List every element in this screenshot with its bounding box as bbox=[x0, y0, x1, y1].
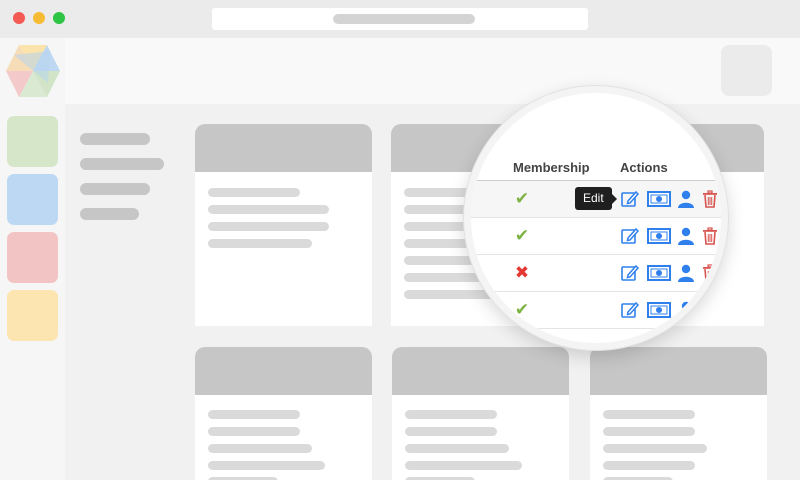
edit-icon[interactable] bbox=[620, 300, 640, 320]
minimize-window-button[interactable] bbox=[33, 12, 45, 24]
address-bar[interactable] bbox=[212, 8, 588, 30]
content-card bbox=[590, 347, 767, 480]
window-titlebar bbox=[0, 0, 800, 38]
maximize-window-button[interactable] bbox=[53, 12, 65, 24]
sidebar-item-green[interactable] bbox=[7, 116, 58, 167]
user-icon[interactable] bbox=[676, 263, 696, 283]
user-icon[interactable] bbox=[676, 226, 696, 246]
content-card bbox=[195, 124, 372, 326]
nav-item[interactable] bbox=[80, 158, 164, 170]
sidebar-item-blue[interactable] bbox=[7, 174, 58, 225]
check-icon: ✔ bbox=[514, 226, 530, 245]
sidebar-item-red[interactable] bbox=[7, 232, 58, 283]
address-bar-placeholder bbox=[333, 14, 475, 24]
header-action-button[interactable] bbox=[721, 45, 772, 96]
logo-icon bbox=[6, 45, 60, 97]
nav-item[interactable] bbox=[80, 208, 139, 220]
trash-icon[interactable] bbox=[700, 263, 720, 283]
money-icon[interactable] bbox=[647, 226, 671, 246]
trash-icon[interactable] bbox=[700, 189, 720, 209]
user-icon[interactable] bbox=[676, 300, 696, 320]
money-icon[interactable] bbox=[647, 263, 671, 283]
money-icon[interactable] bbox=[647, 300, 671, 320]
edit-icon[interactable] bbox=[620, 263, 640, 283]
zoomed-table: Membership Actions ✔ ✔ ✖ ✔ Edit bbox=[471, 93, 721, 343]
card-header bbox=[195, 347, 372, 395]
card-header bbox=[392, 347, 569, 395]
card-header bbox=[195, 124, 372, 172]
nav-item[interactable] bbox=[80, 183, 150, 195]
nav-item[interactable] bbox=[80, 133, 150, 145]
edit-tooltip: Edit bbox=[575, 187, 617, 210]
trash-icon[interactable] bbox=[700, 226, 720, 246]
actions-column-header: Actions bbox=[620, 160, 668, 175]
magnifier-lens: Membership Actions ✔ ✔ ✖ ✔ Edit bbox=[464, 86, 728, 350]
money-icon[interactable] bbox=[647, 189, 671, 209]
card-header bbox=[590, 347, 767, 395]
content-card bbox=[392, 347, 569, 480]
close-window-button[interactable] bbox=[13, 12, 25, 24]
edit-icon[interactable] bbox=[620, 226, 640, 246]
check-icon: ✔ bbox=[514, 189, 530, 208]
sidebar bbox=[0, 38, 65, 480]
edit-icon[interactable] bbox=[620, 189, 640, 209]
content-card bbox=[195, 347, 372, 480]
cross-icon: ✖ bbox=[514, 263, 530, 282]
membership-column-header: Membership bbox=[513, 160, 590, 175]
sidebar-item-yellow[interactable] bbox=[7, 290, 58, 341]
check-icon: ✔ bbox=[514, 300, 530, 319]
user-icon[interactable] bbox=[676, 189, 696, 209]
